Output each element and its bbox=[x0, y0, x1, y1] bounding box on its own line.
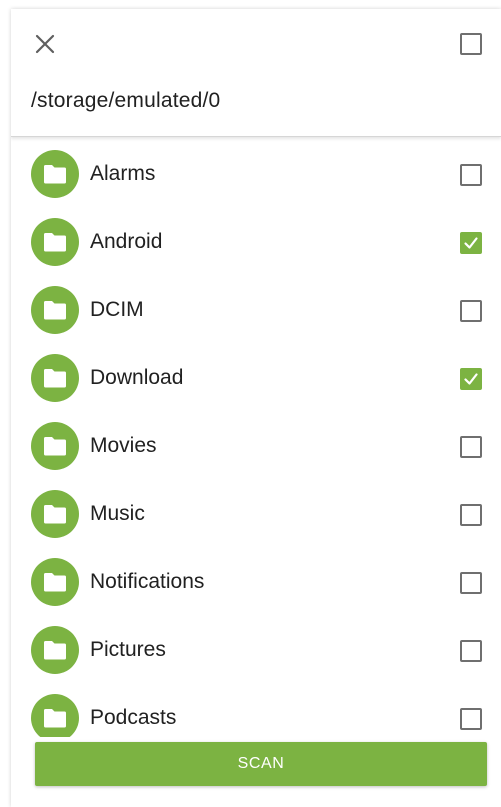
checkbox-box bbox=[460, 504, 482, 526]
checkbox-box bbox=[460, 300, 482, 322]
folder-checkbox[interactable] bbox=[460, 368, 482, 390]
folder-avatar bbox=[31, 558, 79, 606]
checkbox-box bbox=[460, 708, 482, 730]
folder-avatar bbox=[31, 694, 79, 737]
folder-avatar bbox=[31, 490, 79, 538]
folder-avatar bbox=[31, 422, 79, 470]
folder-avatar bbox=[31, 150, 79, 198]
folder-checkbox[interactable] bbox=[460, 232, 482, 254]
folder-icon bbox=[44, 573, 66, 592]
checkmark-icon bbox=[464, 237, 478, 249]
folder-checkbox[interactable] bbox=[460, 708, 482, 730]
checkmark-icon bbox=[464, 373, 478, 385]
folder-row[interactable]: Notifications bbox=[11, 547, 501, 615]
scan-bar: SCAN bbox=[11, 737, 501, 807]
folder-icon bbox=[44, 437, 66, 456]
folder-icon bbox=[44, 233, 66, 252]
folder-name: Movies bbox=[90, 434, 157, 457]
checkbox-box bbox=[460, 33, 482, 55]
folder-name: Alarms bbox=[90, 162, 156, 185]
folder-row[interactable]: Alarms bbox=[11, 139, 501, 207]
folder-checkbox[interactable] bbox=[460, 572, 482, 594]
close-icon bbox=[35, 34, 55, 54]
checkbox-box bbox=[460, 232, 482, 254]
folder-picker-dialog: /storage/emulated/0 Alarms Android DCIM Dow… bbox=[11, 9, 501, 807]
folder-list: Alarms Android DCIM Download Movies Music Noti… bbox=[11, 137, 501, 737]
folder-checkbox[interactable] bbox=[460, 300, 482, 322]
folder-avatar bbox=[31, 626, 79, 674]
checkbox-box bbox=[460, 640, 482, 662]
select-all-checkbox[interactable] bbox=[460, 33, 482, 55]
folder-row[interactable]: Android bbox=[11, 207, 501, 275]
folder-row[interactable]: Movies bbox=[11, 411, 501, 479]
folder-icon bbox=[44, 165, 66, 184]
folder-name: DCIM bbox=[90, 298, 144, 321]
folder-avatar bbox=[31, 218, 79, 266]
folder-icon bbox=[44, 641, 66, 660]
checkbox-box bbox=[460, 436, 482, 458]
folder-icon bbox=[44, 709, 66, 728]
folder-checkbox[interactable] bbox=[460, 436, 482, 458]
folder-icon bbox=[44, 505, 66, 524]
folder-name: Android bbox=[90, 230, 163, 253]
close-button[interactable] bbox=[29, 28, 61, 60]
folder-row[interactable]: DCIM bbox=[11, 275, 501, 343]
folder-checkbox[interactable] bbox=[460, 640, 482, 662]
folder-row[interactable]: Music bbox=[11, 479, 501, 547]
folder-icon bbox=[44, 369, 66, 388]
folder-checkbox[interactable] bbox=[460, 164, 482, 186]
folder-icon bbox=[44, 301, 66, 320]
folder-avatar bbox=[31, 286, 79, 334]
dialog-header: /storage/emulated/0 bbox=[11, 9, 501, 137]
scan-button[interactable]: SCAN bbox=[35, 742, 487, 786]
folder-name: Music bbox=[90, 502, 145, 525]
current-path: /storage/emulated/0 bbox=[31, 89, 221, 112]
checkbox-box bbox=[460, 572, 482, 594]
folder-row[interactable]: Pictures bbox=[11, 615, 501, 683]
folder-row[interactable]: Podcasts bbox=[11, 683, 501, 737]
folder-name: Notifications bbox=[90, 570, 205, 593]
folder-checkbox[interactable] bbox=[460, 504, 482, 526]
checkbox-box bbox=[460, 164, 482, 186]
folder-row[interactable]: Download bbox=[11, 343, 501, 411]
folder-avatar bbox=[31, 354, 79, 402]
folder-name: Pictures bbox=[90, 638, 166, 661]
checkbox-box bbox=[460, 368, 482, 390]
folder-name: Podcasts bbox=[90, 706, 177, 729]
folder-name: Download bbox=[90, 366, 184, 389]
